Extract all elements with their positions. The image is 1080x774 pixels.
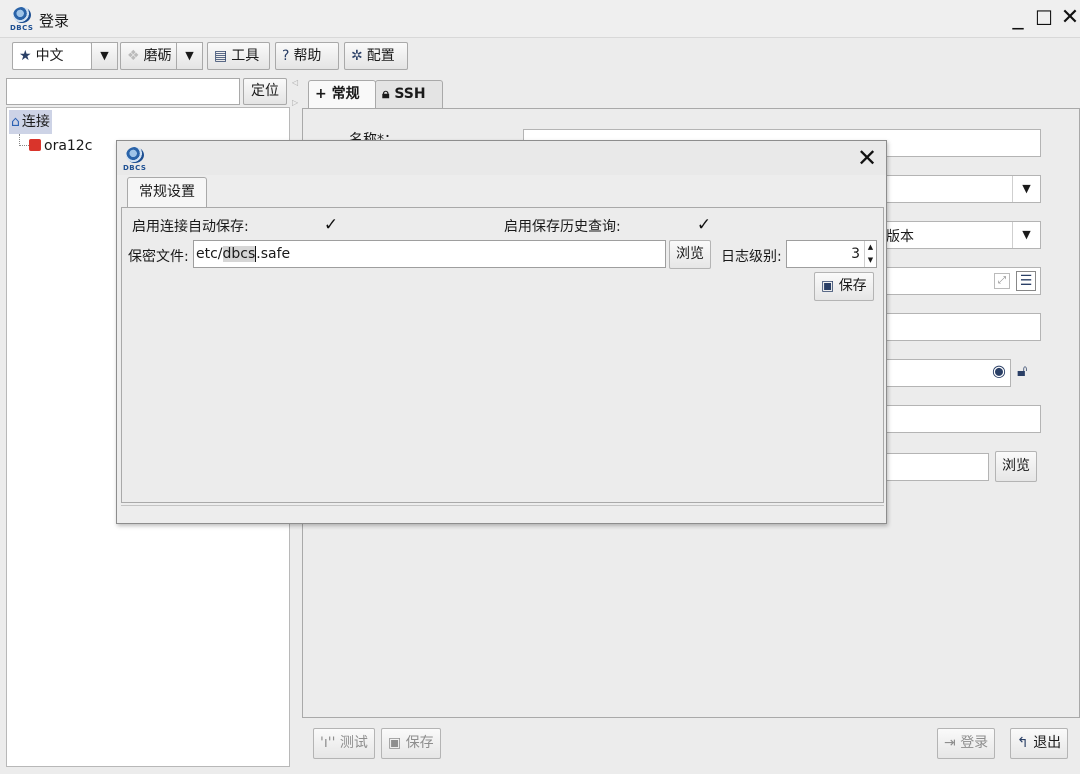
auto-save-checkbox[interactable]: ✓ xyxy=(322,216,340,234)
tree-connector xyxy=(19,134,29,146)
window-title: 登录 xyxy=(39,12,70,30)
title-bar: DBCS 登录 _ ☐ ✕ xyxy=(0,0,1080,38)
database-icon xyxy=(29,139,41,151)
dialog-status-bar xyxy=(121,505,884,523)
tools-button[interactable]: ▤ 工具 xyxy=(207,42,270,70)
back-arrow-icon: ↰ xyxy=(1017,735,1034,751)
leaf-icon: ❖ xyxy=(127,48,140,64)
tab-ssh[interactable]: 🔒︎ SSH xyxy=(375,80,443,108)
chevron-down-icon[interactable]: ▼ xyxy=(176,42,203,70)
secret-file-input[interactable]: etc/dbcs.safe xyxy=(193,240,666,268)
language-select[interactable]: ★ 中文 xyxy=(12,42,92,70)
home-icon: ⌂ xyxy=(11,114,20,130)
history-checkbox[interactable]: ✓ xyxy=(695,216,713,234)
list-indent-icon[interactable]: ☰ xyxy=(1016,271,1036,291)
save-icon: ▣ xyxy=(388,735,406,751)
dialog-save-button[interactable]: ▣ 保存 xyxy=(814,272,874,301)
locate-button[interactable]: 定位 xyxy=(243,78,287,105)
save-icon: ▣ xyxy=(821,278,839,294)
secret-file-label: 保密文件: xyxy=(128,249,189,265)
splitter-handle[interactable]: ◁ ▷ xyxy=(292,78,300,118)
tree-root-connections[interactable]: ⌂ 连接 xyxy=(9,110,52,134)
history-label: 启用保存历史查询: xyxy=(504,219,621,235)
exit-button[interactable]: ↰ 退出 xyxy=(1010,728,1069,759)
minimize-icon[interactable]: _ xyxy=(1006,4,1030,32)
save-button[interactable]: ▣ 保存 xyxy=(381,728,441,759)
toolbox-icon: ▤ xyxy=(214,48,228,64)
lock-icon: 🔒︎ xyxy=(382,86,390,102)
tab-general-settings[interactable]: 常规设置 xyxy=(127,177,207,207)
login-icon: ⇥ xyxy=(944,735,961,751)
question-icon: ? xyxy=(282,48,290,64)
tree-item-connection[interactable]: ora12c xyxy=(29,134,92,158)
app-logo: DBCS xyxy=(10,7,34,32)
chevron-down-icon[interactable]: ▼ xyxy=(1012,176,1040,202)
spinner-arrows-icon[interactable]: ▲ ▼ xyxy=(864,241,876,267)
eye-icon[interactable]: ◉ xyxy=(992,361,1006,380)
chevron-down-icon[interactable]: ▼ xyxy=(91,42,118,70)
help-button[interactable]: ? 帮助 xyxy=(275,42,339,70)
browse-button[interactable]: 浏览 xyxy=(669,240,711,269)
login-button[interactable]: ⇥ 登录 xyxy=(937,728,996,759)
dialog-body: 启用连接自动保存: ✓ 启用保存历史查询: ✓ 保密文件: etc/dbcs.s… xyxy=(121,207,884,503)
signal-icon: 'ı'' xyxy=(320,735,340,751)
unlock-icon[interactable]: 🔓︎ xyxy=(1017,361,1027,381)
test-button[interactable]: 'ı'' 测试 xyxy=(313,728,375,759)
chevron-down-icon[interactable]: ▼ xyxy=(1012,222,1040,248)
plus-icon: + xyxy=(315,86,332,102)
tab-general[interactable]: + 常规 xyxy=(308,80,376,108)
star-icon: ★ xyxy=(19,48,32,64)
app-logo: DBCS xyxy=(123,147,147,172)
auto-save-label: 启用连接自动保存: xyxy=(132,219,249,235)
settings-dialog: DBCS ✕ 常规设置 启用连接自动保存: ✓ 启用保存历史查询: ✓ 保密文件… xyxy=(116,140,887,524)
close-icon[interactable]: ✕ xyxy=(857,144,877,172)
dialog-title-bar: DBCS ✕ xyxy=(117,141,886,175)
log-level-label: 日志级别: xyxy=(721,249,782,265)
browse-button[interactable]: 浏览 xyxy=(995,451,1037,482)
config-button[interactable]: ✲ 配置 xyxy=(344,42,408,70)
toolbar: ★ 中文 ▼ ❖ 磨砺 ▼ ▤ 工具 ? 帮助 ✲ 配置 xyxy=(0,38,1080,74)
expand-icon[interactable]: ⤢ xyxy=(994,273,1010,289)
log-level-spinner[interactable]: 3 ▲ ▼ xyxy=(786,240,877,268)
search-input[interactable] xyxy=(6,78,240,105)
maximize-icon[interactable]: ☐ xyxy=(1032,4,1056,32)
close-icon[interactable]: ✕ xyxy=(1058,4,1080,32)
gear-icon: ✲ xyxy=(351,48,363,64)
